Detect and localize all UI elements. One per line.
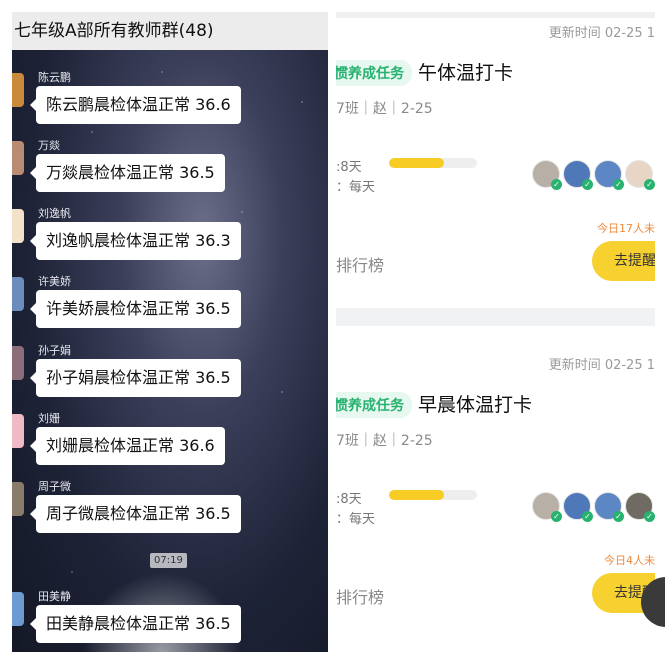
chat-message: 万燚 万燚晨检体温正常 36.5 [12,137,328,201]
remind-button[interactable]: 去提醒 [592,241,655,281]
member-avatar[interactable]: ✓ [563,492,593,522]
remaining-count: 今日17人未 [597,222,655,235]
frequency: ：每天 [336,512,376,527]
chat-message: 陈云鹏 陈云鹏晨检体温正常 36.6 [12,69,328,133]
message-bubble[interactable]: 田美静晨检体温正常 36.5 [30,605,241,643]
streak-days: :8天 [336,160,362,175]
sender-avatar[interactable] [12,414,24,448]
progress-bar [389,490,477,500]
leaderboard-link[interactable]: 排行榜 [336,584,384,608]
task-meta: 7班｜赵｜2-25 [336,101,433,117]
check-icon: ✓ [551,179,562,190]
update-time: 更新时间 02-25 1 [548,358,655,373]
chat-message: 田美静 田美静晨检体温正常 36.5 [12,588,328,652]
habit-task-tag: 惯养成任务 [336,392,412,418]
member-avatar[interactable]: ✓ [594,492,624,522]
member-avatar[interactable]: ✓ [625,160,655,190]
message-bubble[interactable]: 刘姗晨检体温正常 36.6 [30,427,225,465]
member-avatar[interactable]: ✓ [563,160,593,190]
sender-name: 孙子娟 [38,344,71,357]
chat-title: 七年级A部所有教师群(48) [14,21,214,41]
streak-days: :8天 [336,492,362,507]
message-bubble[interactable]: 陈云鹏晨检体温正常 36.6 [30,86,241,124]
chat-message: 许美娇 许美娇晨检体温正常 36.5 [12,273,328,337]
message-bubble[interactable]: 许美娇晨检体温正常 36.5 [30,290,241,328]
check-icon: ✓ [644,179,655,190]
message-bubble[interactable]: 孙子娟晨检体温正常 36.5 [30,359,241,397]
sender-name: 田美静 [38,590,71,603]
sender-name: 周子微 [38,480,71,493]
chat-message: 刘逸帆 刘逸帆晨检体温正常 36.3 [12,205,328,269]
chat-message: 周子微 周子微晨检体温正常 36.5 [12,478,328,542]
sender-avatar[interactable] [12,482,24,516]
member-avatar[interactable]: ✓ [532,160,562,190]
progress-bar [389,158,477,168]
chat-title-bar[interactable]: 七年级A部所有教师群(48) [12,12,328,50]
sender-avatar[interactable] [12,592,24,626]
task-title[interactable]: 午体温打卡 [418,58,513,85]
progress-fill [389,490,444,500]
leaderboard-link[interactable]: 排行榜 [336,252,384,276]
sender-name: 万燚 [38,139,60,152]
message-bubble[interactable]: 周子微晨检体温正常 36.5 [30,495,241,533]
check-icon: ✓ [644,511,655,522]
sender-name: 陈云鹏 [38,71,71,84]
habit-task-tag: 惯养成任务 [336,60,412,86]
frequency: ：每天 [336,180,376,195]
sender-avatar[interactable] [12,73,24,107]
sender-avatar[interactable] [12,209,24,243]
remaining-count: 今日4人未 [604,554,655,567]
sender-avatar[interactable] [12,141,24,175]
section-divider [336,308,655,326]
task-panel: 更新时间 02-25 1 惯养成任务 午体温打卡 7班｜赵｜2-25 :8天 ：… [336,12,655,652]
chat-panel: 七年级A部所有教师群(48) 陈云鹏 陈云鹏晨检体温正常 36.6 万燚 万燚晨… [12,12,328,652]
progress-fill [389,158,444,168]
check-icon: ✓ [551,511,562,522]
sender-name: 刘姗 [38,412,60,425]
check-icon: ✓ [582,179,593,190]
message-bubble[interactable]: 刘逸帆晨检体温正常 36.3 [30,222,241,260]
task-card[interactable]: 更新时间 02-25 1 惯养成任务 午体温打卡 7班｜赵｜2-25 :8天 ：… [336,12,655,312]
sender-name: 许美娇 [38,275,71,288]
check-icon: ✓ [613,511,624,522]
sender-avatar[interactable] [12,346,24,380]
sender-avatar[interactable] [12,277,24,311]
check-icon: ✓ [582,511,593,522]
member-avatar[interactable]: ✓ [625,492,655,522]
member-avatar[interactable]: ✓ [532,492,562,522]
member-avatar[interactable]: ✓ [594,160,624,190]
chat-message: 孙子娟 孙子娟晨检体温正常 36.5 [12,342,328,406]
chat-message: 刘姗 刘姗晨检体温正常 36.6 [12,410,328,474]
message-bubble[interactable]: 万燚晨检体温正常 36.5 [30,154,225,192]
update-time: 更新时间 02-25 1 [548,26,655,41]
sender-name: 刘逸帆 [38,207,71,220]
task-card[interactable]: 更新时间 02-25 1 惯养成任务 早晨体温打卡 7班｜赵｜2-25 :8天 … [336,344,655,644]
check-icon: ✓ [613,179,624,190]
task-title[interactable]: 早晨体温打卡 [418,390,532,417]
task-meta: 7班｜赵｜2-25 [336,433,433,449]
chat-timestamp: 07:19 [150,553,187,568]
